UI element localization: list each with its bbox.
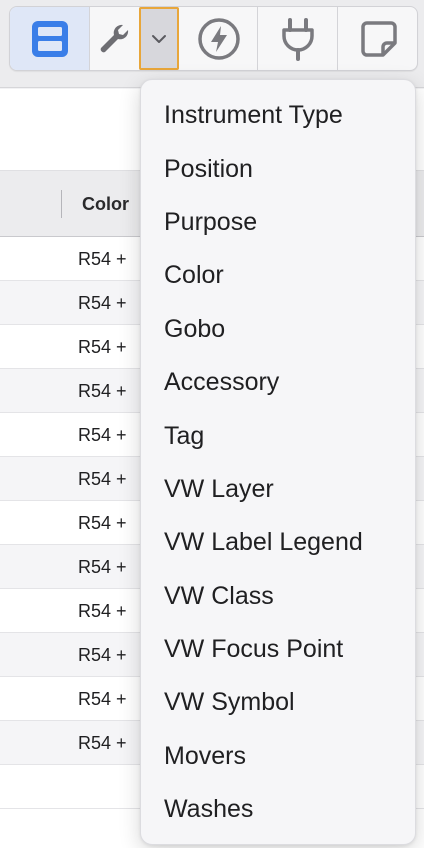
color-cell: R54 + [78, 425, 127, 445]
color-cell: R54 + [78, 293, 127, 313]
layout-view-button[interactable] [10, 7, 90, 70]
menu-item-vw-layer[interactable]: VW Layer [141, 463, 415, 516]
color-cell: R54 + [78, 513, 127, 533]
color-cell: R54 + [78, 249, 127, 269]
menu-item-movers[interactable]: Movers [141, 730, 415, 783]
tools-dropdown-toggle[interactable] [139, 7, 179, 70]
color-cell: R54 + [78, 469, 127, 489]
connections-button[interactable] [259, 7, 338, 70]
menu-item-vw-symbol[interactable]: VW Symbol [141, 676, 415, 729]
color-cell: R54 + [78, 645, 127, 665]
columns-dropdown-menu: Instrument Type Position Purpose Color G… [140, 79, 416, 845]
toolbar [0, 0, 424, 88]
menu-item-vw-focus-point[interactable]: VW Focus Point [141, 623, 415, 676]
wrench-icon [95, 19, 135, 59]
menu-item-purpose[interactable]: Purpose [141, 196, 415, 249]
chevron-down-icon [149, 32, 169, 46]
layout-panels-icon [29, 18, 71, 60]
power-button[interactable] [180, 7, 258, 70]
tools-button[interactable] [91, 7, 139, 70]
color-cell: R54 + [78, 381, 127, 401]
menu-item-washes[interactable]: Washes [141, 783, 415, 836]
color-cell: R54 + [78, 557, 127, 577]
menu-item-gobo[interactable]: Gobo [141, 303, 415, 356]
menu-item-color[interactable]: Color [141, 249, 415, 302]
menu-item-vw-label-legend[interactable]: VW Label Legend [141, 516, 415, 569]
lightning-icon [196, 16, 242, 62]
plug-icon [277, 16, 319, 62]
color-cell: R54 + [78, 733, 127, 753]
notes-button[interactable] [339, 7, 418, 70]
menu-item-vw-class[interactable]: VW Class [141, 570, 415, 623]
column-separator[interactable] [61, 190, 62, 218]
sticky-note-icon [357, 17, 401, 61]
color-cell: R54 + [78, 337, 127, 357]
color-cell: R54 + [78, 601, 127, 621]
color-cell: R54 + [78, 689, 127, 709]
toolbar-segmented-control [9, 6, 418, 71]
menu-item-instrument-type[interactable]: Instrument Type [141, 89, 415, 142]
column-header-color[interactable]: Color [82, 194, 129, 215]
menu-item-tag[interactable]: Tag [141, 409, 415, 462]
menu-item-accessory[interactable]: Accessory [141, 356, 415, 409]
menu-item-position[interactable]: Position [141, 142, 415, 195]
